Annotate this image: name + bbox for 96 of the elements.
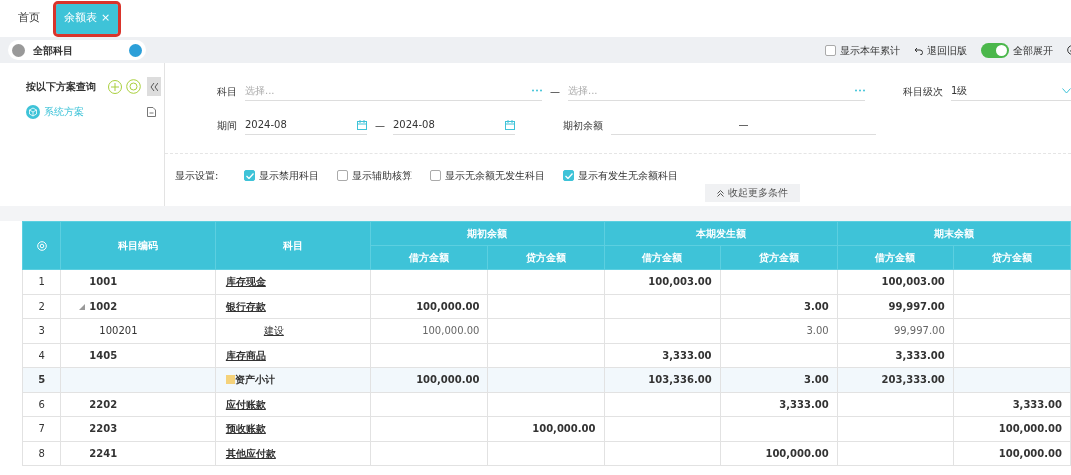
amount-cell: 100,000.00: [370, 367, 488, 392]
row-number: 2: [22, 294, 61, 319]
amount-cell: 100,000.00: [370, 294, 488, 319]
amount-cell: 99,997.00: [837, 294, 954, 319]
checkbox[interactable]: 显示本年累计: [825, 42, 900, 58]
revert-link[interactable]: 退回旧版: [914, 42, 967, 58]
scope-selector[interactable]: 全部科目: [8, 40, 146, 60]
amount-cell: 100,000.00: [953, 441, 1071, 466]
field-label: 科目级次: [903, 84, 943, 99]
forward-icon[interactable]: [129, 43, 142, 57]
table-cell: 1405: [60, 343, 216, 368]
double-chevron-up-icon: [717, 189, 724, 197]
folder-icon: [225, 375, 235, 385]
amount-cell: 100,003.00: [604, 269, 721, 294]
toggle-label: 全部展开: [1013, 43, 1053, 58]
level-select[interactable]: 1级: [951, 81, 1071, 101]
settings-label: 显示设置:: [175, 169, 219, 183]
account-link[interactable]: 其他应付款: [225, 447, 276, 459]
date-field[interactable]: 2024-08: [245, 115, 367, 135]
check-icon: [564, 172, 573, 179]
amount-cell: 3.00: [720, 318, 838, 343]
panel-title: 按以下方案查询: [26, 80, 96, 94]
settings-icon[interactable]: [126, 79, 141, 94]
amount-cell: 3,333.00: [720, 392, 838, 417]
dash: —: [375, 118, 385, 133]
table-cell: 1001: [60, 269, 216, 294]
column-header: 借方金额: [837, 245, 954, 270]
column-header: 贷方金额: [487, 245, 604, 270]
tab[interactable]: 首页: [10, 3, 48, 34]
calendar-icon: [357, 119, 367, 130]
collapse-panel-button[interactable]: [147, 77, 161, 96]
account-link[interactable]: 应付账款: [225, 398, 266, 410]
amount-cell: 103,336.00: [604, 367, 721, 392]
account-link[interactable]: 库存现金: [225, 276, 266, 288]
account-link[interactable]: 银行存款: [225, 300, 266, 312]
amount-cell: 3,333.00: [604, 343, 721, 368]
column-header: 科目编码: [60, 221, 216, 270]
field-label: 科目: [217, 84, 237, 99]
row-number: 8: [22, 441, 61, 466]
amount-cell: 99,997.00: [837, 318, 954, 343]
table-cell: 2241: [60, 441, 216, 466]
table-cell: 1002: [60, 294, 216, 319]
save-icon: [147, 106, 156, 117]
settings-icon: [36, 241, 47, 251]
checkbox[interactable]: 显示辅助核算: [337, 168, 413, 183]
amount-cell: 3,333.00: [837, 343, 954, 368]
input-field[interactable]: —: [611, 115, 876, 135]
checkbox[interactable]: 显示禁用科目: [244, 168, 320, 183]
dash: —: [550, 84, 560, 99]
date-field[interactable]: 2024-08: [393, 115, 515, 135]
amount-cell: 100,000.00: [370, 318, 488, 343]
amount-cell: 100,003.00: [837, 269, 954, 294]
amount-cell: 203,333.00: [837, 367, 954, 392]
amount-cell: 3.00: [720, 367, 838, 392]
column-header: 借方金额: [370, 245, 488, 270]
collapse-button[interactable]: 收起更多条件: [705, 184, 800, 203]
more-icon: [532, 89, 542, 92]
column-header: 本期发生额: [604, 221, 838, 246]
amount-cell: 100,000.00: [487, 416, 604, 441]
table-cell: 资产小计: [234, 374, 275, 386]
check-icon: [245, 172, 254, 179]
toggle-switch[interactable]: [981, 42, 1009, 58]
amount-cell: 100,000.00: [720, 441, 838, 466]
column-header: 科目: [215, 221, 371, 270]
table-cell: 2203: [60, 416, 216, 441]
checkbox[interactable]: 显示有发生无余额科目: [563, 168, 679, 183]
amount-cell: 100,000.00: [953, 416, 1071, 441]
double-chevron-icon: [150, 82, 158, 92]
row-number: 3: [22, 318, 61, 343]
expand-icon[interactable]: [79, 303, 86, 310]
account-link[interactable]: 库存商品: [225, 349, 266, 361]
calendar-icon: [505, 119, 515, 130]
account-link[interactable]: 预收账款: [225, 423, 266, 435]
checkbox[interactable]: 显示无余额无发生科目: [430, 168, 546, 183]
cube-icon: [26, 104, 40, 119]
row-number: 7: [22, 416, 61, 441]
column-header: 借方金额: [604, 245, 721, 270]
undo-icon: [914, 45, 923, 55]
field-label: 期间: [217, 118, 237, 133]
row-number: 6: [22, 392, 61, 417]
chevron-down-icon: [1062, 87, 1071, 94]
more-icon: [855, 89, 865, 92]
column-header: 期末余额: [837, 221, 1071, 246]
amount-cell: 3,333.00: [953, 392, 1071, 417]
field-label: 期初余额: [563, 118, 603, 133]
row-number: 1: [22, 269, 61, 294]
row-number: 4: [22, 343, 61, 368]
table-cell: 2202: [60, 392, 216, 417]
account-link[interactable]: 建设: [263, 325, 284, 337]
column-header: 期初余额: [370, 221, 604, 246]
table-cell: 100201: [60, 318, 216, 343]
column-header: 贷方金额: [953, 245, 1071, 270]
row-number: 5: [22, 367, 61, 392]
back-icon[interactable]: [12, 43, 25, 57]
column-header: 贷方金额: [720, 245, 838, 270]
amount-cell: 3.00: [720, 294, 838, 319]
